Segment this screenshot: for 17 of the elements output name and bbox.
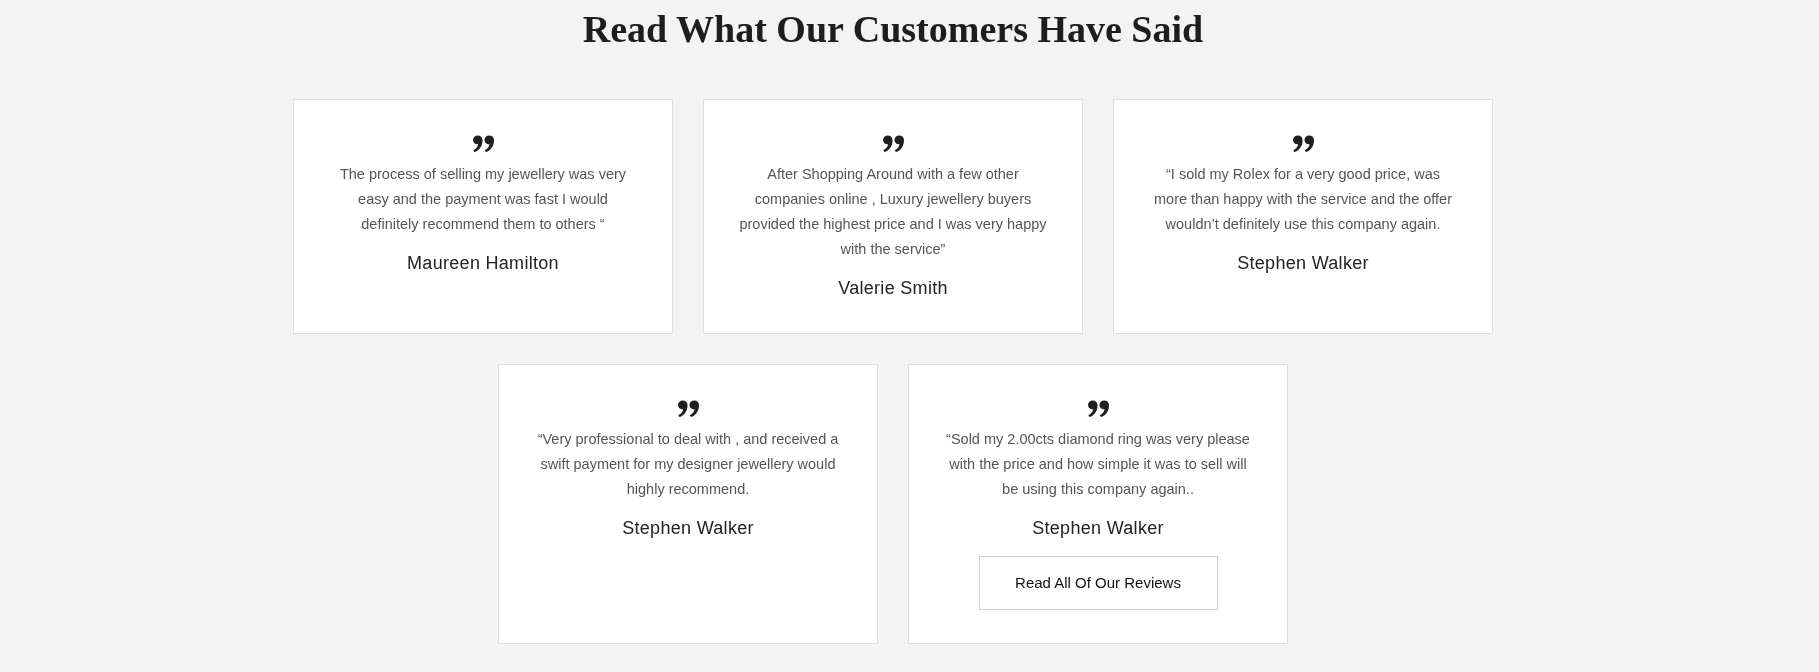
testimonial-text: “Sold my 2.00cts diamond ring was very please with the price and how simple it was to sell will be using this company again.. — [945, 430, 1251, 499]
quote-mark-icon — [472, 134, 494, 153]
author-name: Stephen Walker — [622, 517, 754, 540]
quote-mark-icon — [1087, 400, 1109, 418]
read-reviews-button[interactable]: Read All Of Our Reviews — [978, 556, 1218, 611]
testimonial-text: “I sold my Rolex for a very good price, was more than happy with the service and the offer wouldn’t definitely use this company again. — [1153, 164, 1453, 234]
author-name: Stephen Walker — [1237, 251, 1369, 275]
testimonial-text: The process of selling my jewellery was very easy and the payment was fast I would definitely recommend them to others “ — [338, 164, 628, 234]
section-heading: Read What Our Customers Have Said — [581, 7, 1205, 52]
quote-mark-icon — [1292, 134, 1314, 153]
author-name: Stephen Walker — [1032, 517, 1164, 540]
quote-mark-icon — [882, 134, 904, 153]
testimonial-text: After Shopping Around with a few other companies online , Luxury jewellery buyers provided the highest price and I was very happy with the service” — [738, 164, 1048, 259]
author-name: Maureen Hamilton — [407, 251, 559, 275]
quote-mark-icon — [677, 400, 699, 418]
author-name: Valerie Smith — [838, 276, 948, 300]
testimonial-text: “Very professional to deal with , and received a swift payment for my designer jewellery would highly recommend. — [536, 430, 840, 499]
